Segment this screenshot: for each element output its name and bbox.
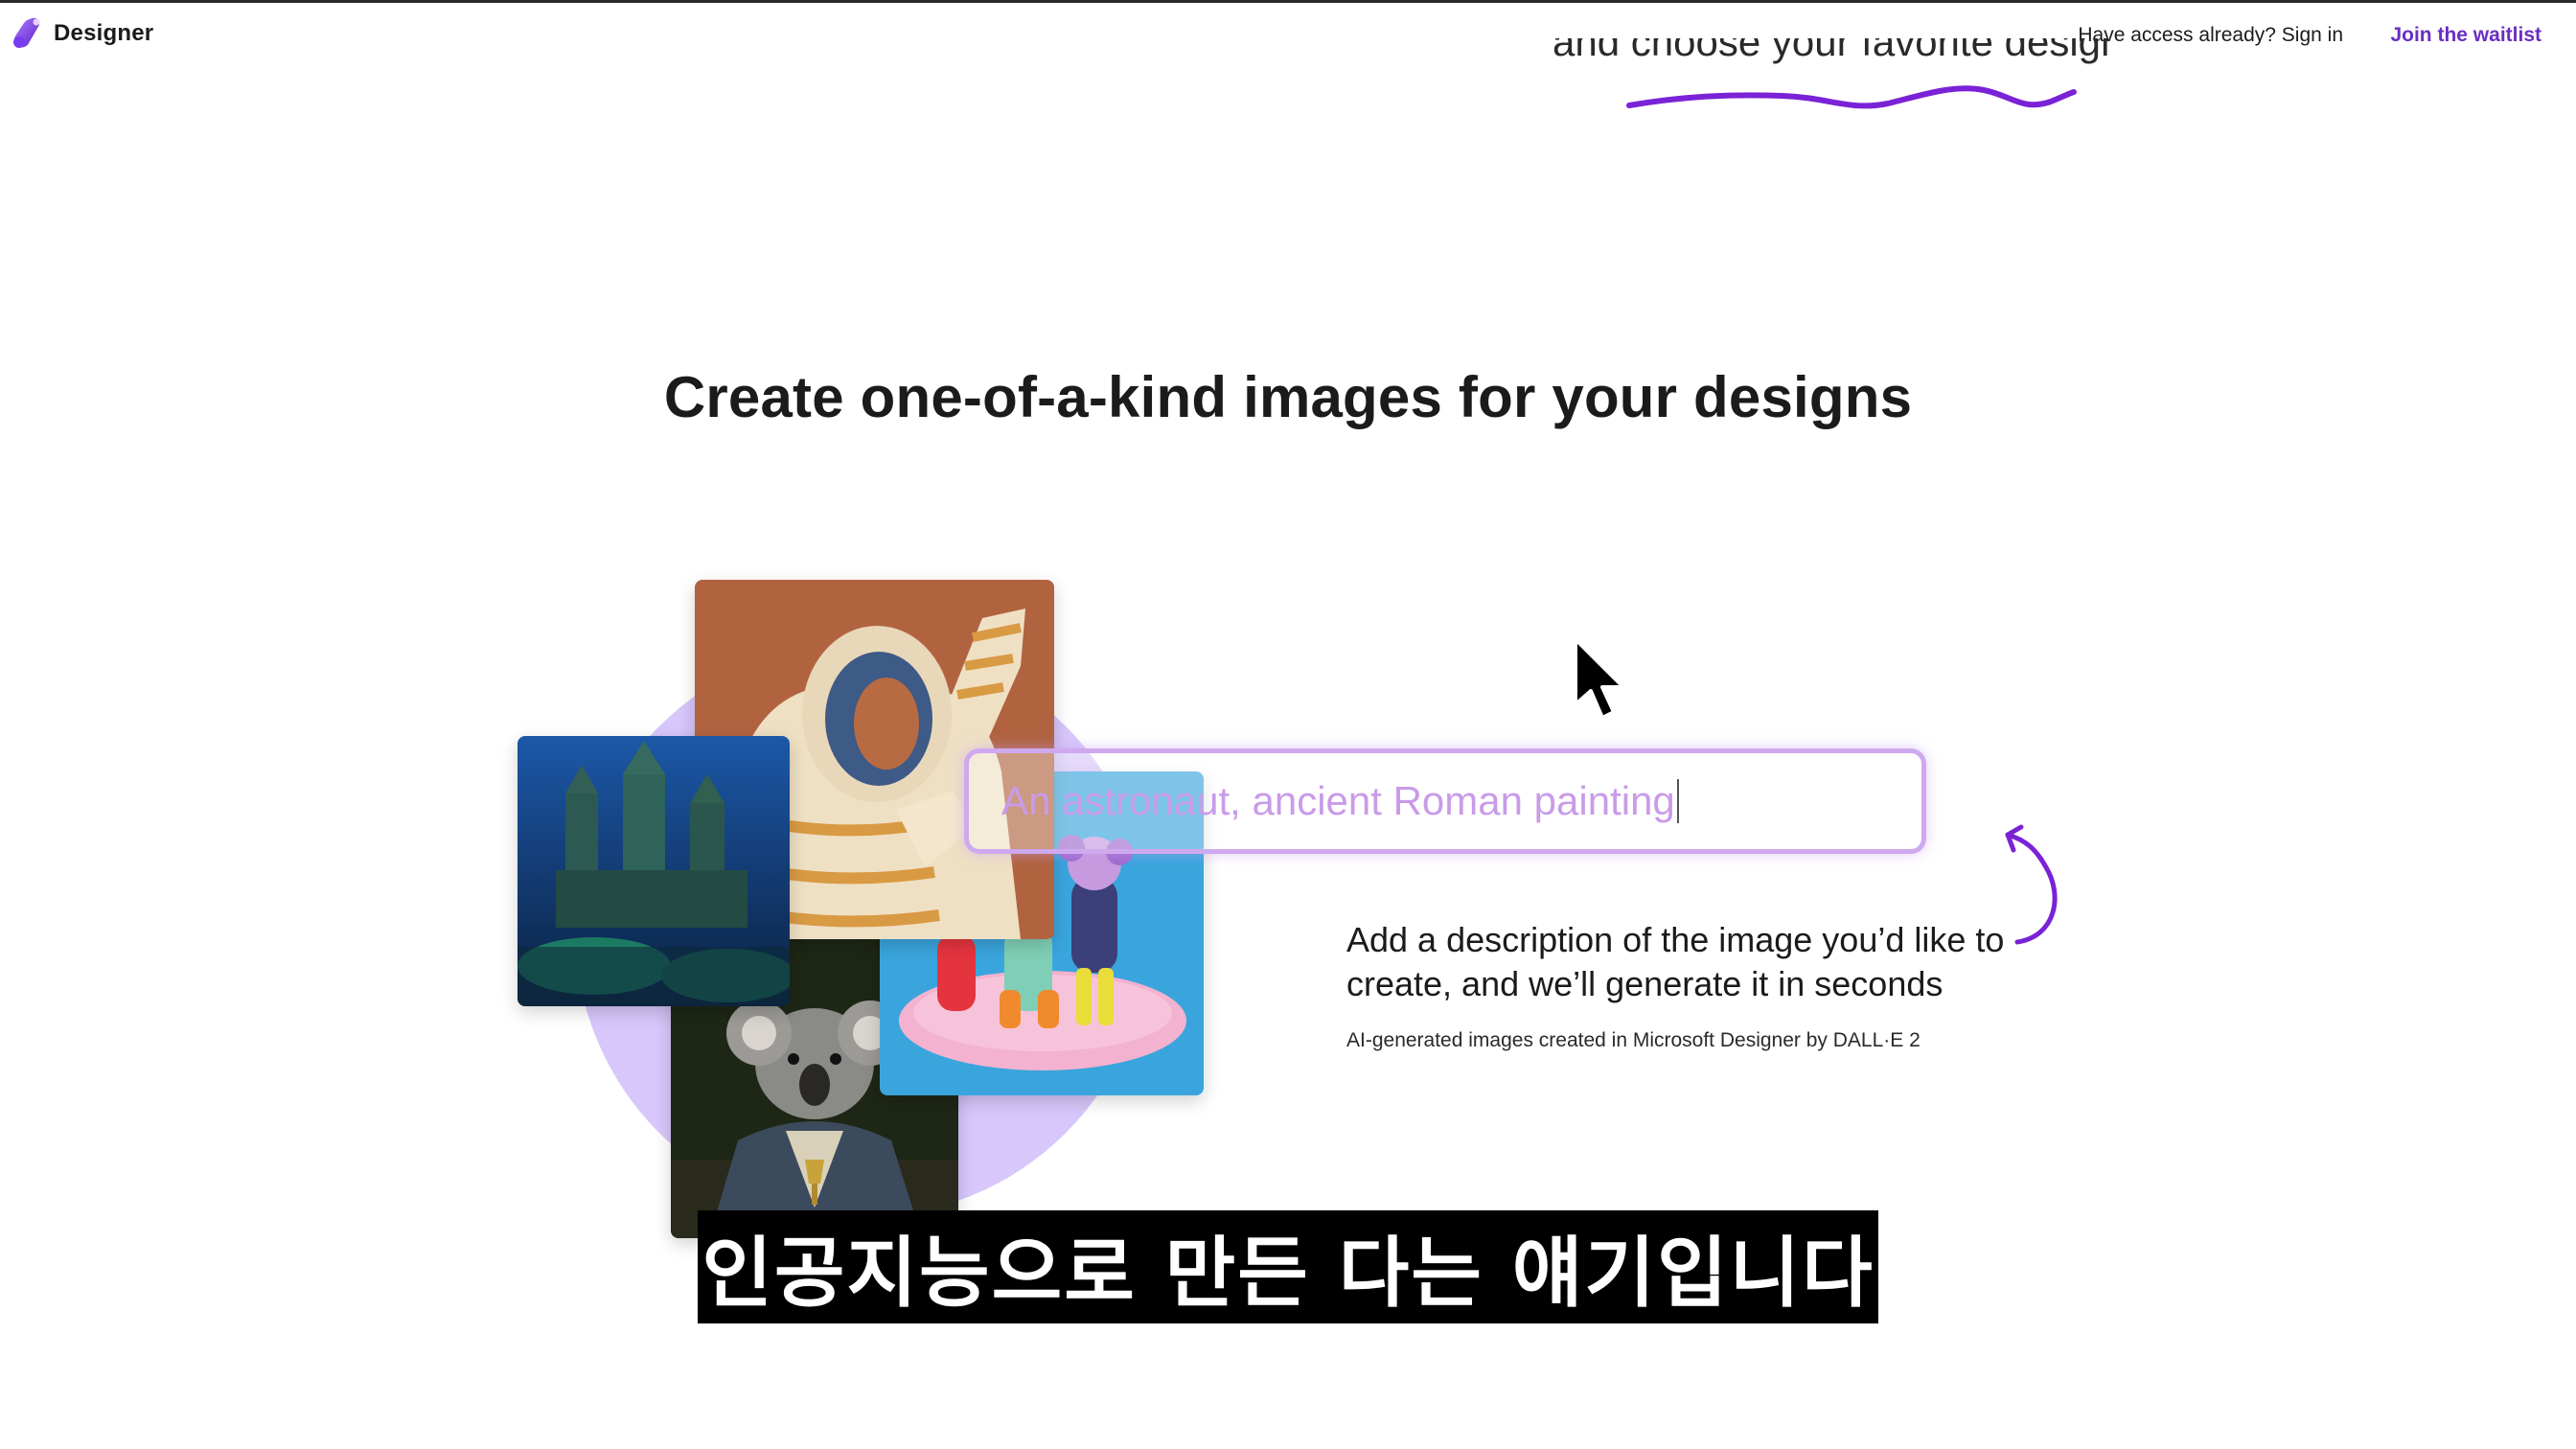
prompt-text: An astronaut, ancient Roman painting xyxy=(1001,778,1675,823)
join-waitlist-link[interactable]: Join the waitlist xyxy=(2390,24,2542,47)
site-header: Designer Have access already? Sign in Jo… xyxy=(0,3,2576,68)
feature-description: Add a description of the image you’d lik… xyxy=(1346,920,2005,1003)
underwater-castle-image xyxy=(518,736,790,1006)
section-heading: Create one-of-a-kind images for your des… xyxy=(663,365,1913,429)
subtitle-text: 인공지능으로 만든 다는 얘기입니다 xyxy=(702,1229,1874,1318)
designer-logo-icon xyxy=(13,17,40,48)
sign-in-link[interactable]: Have access already? Sign in xyxy=(2078,24,2343,47)
page: Designer Have access already? Sign in Jo… xyxy=(0,0,2576,1449)
previous-section-caption: and choose your favorite design xyxy=(1552,38,2108,64)
squiggle-underline xyxy=(1626,85,2077,109)
image-collage xyxy=(508,575,1236,1246)
prompt-input-box[interactable]: An astronaut, ancient Roman painting xyxy=(964,748,1926,854)
ai-credit: AI-generated images created in Microsoft… xyxy=(1346,1029,1920,1051)
mouse-cursor-icon xyxy=(1574,637,1625,720)
brand-name: Designer xyxy=(54,20,154,46)
brand-link[interactable]: Designer xyxy=(8,14,153,53)
text-caret xyxy=(1676,779,1679,823)
video-subtitle: 인공지능으로 만든 다는 얘기입니다 xyxy=(698,1210,1878,1323)
previous-caption-clip: and choose your favorite design xyxy=(1495,38,2108,79)
